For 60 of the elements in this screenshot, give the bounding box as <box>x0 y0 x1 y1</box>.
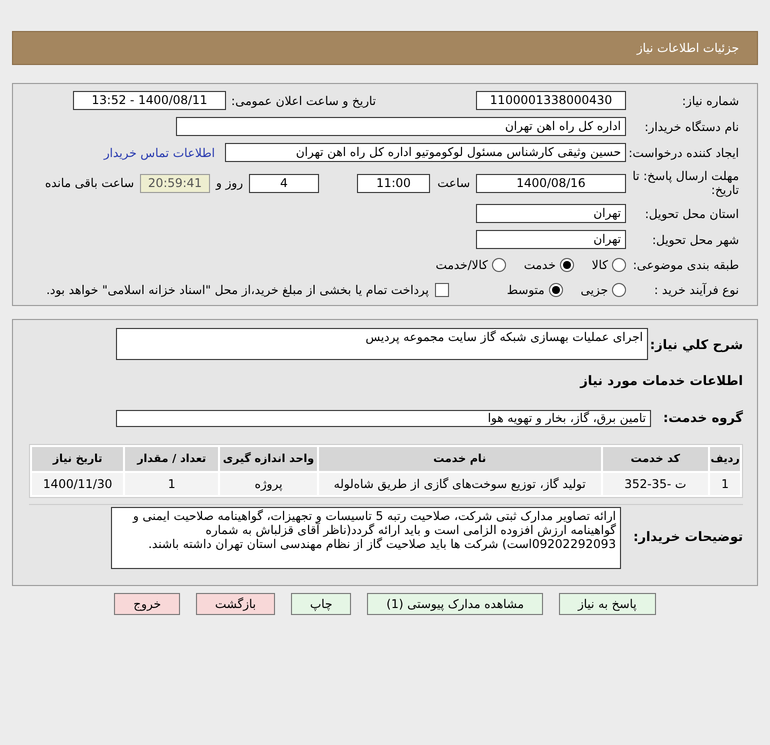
text-field[interactable]: حسین وثیقی کارشناس مسئول لوکوموتیو اداره کل راه اهن تهران <box>225 143 626 162</box>
section-title: اطلاعات خدمات مورد نياز <box>580 373 743 391</box>
checkbox-label: پرداخت تمام یا بخشی از مبلغ خرید،از محل "اسناد خزانه اسلامی" خواهد بود. <box>46 282 429 299</box>
field-label: طبقه بندی موضوعی: <box>632 257 739 274</box>
field-label: نوع فرآیند خرید : <box>653 282 739 299</box>
field-label: گروه خدمت: <box>662 409 743 428</box>
action-button[interactable]: بازگشت <box>196 593 275 615</box>
field-label: نام دستگاه خریدار: <box>644 118 739 136</box>
text-field[interactable]: تامین برق، گاز، بخار و تهویه هوا <box>116 410 651 427</box>
field-label: ساعت باقی مانده <box>44 175 134 192</box>
table-cell: ت -35-352 <box>602 473 708 495</box>
radio-button[interactable] <box>612 258 626 272</box>
field-label: شماره نیاز: <box>681 92 739 110</box>
text-field[interactable]: 11:00 <box>357 174 430 192</box>
text-field[interactable]: 1400/08/11 - 13:52 <box>73 91 226 110</box>
option-label: کالا <box>592 257 608 274</box>
option-label: کالا/خدمت <box>436 257 488 274</box>
table-cell: 1 <box>710 473 740 495</box>
text-field[interactable]: 1400/08/16 <box>476 174 626 192</box>
table-cell: تولید گاز، توزیع سوخت‌های گازی از طریق شاه‌لوله <box>318 473 601 495</box>
countdown-timer: 20:59:41 <box>140 174 210 192</box>
text-field[interactable]: 1100001338000430 <box>476 91 626 110</box>
checkbox[interactable] <box>434 283 449 297</box>
radio-button[interactable] <box>612 283 626 297</box>
text-field[interactable]: تهران <box>476 204 626 223</box>
option-label: خدمت <box>524 257 556 274</box>
table-cell: پروژه <box>220 473 317 495</box>
column-header: کد خدمت <box>602 447 708 471</box>
field-label: شرح كلي نياز: <box>648 337 743 355</box>
field-label: ایجاد کننده درخواست: <box>627 144 739 162</box>
radio-button[interactable] <box>492 258 506 272</box>
text-area[interactable]: اجرای عملیات بهسازی شبکه گاز سایت مجموعه پردیس <box>116 328 648 360</box>
field-label: توضیحات خریدار: <box>632 529 743 548</box>
option-label: متوسط <box>506 282 545 299</box>
field-label: استان محل تحویل: <box>644 206 739 222</box>
text-field[interactable]: تهران <box>476 230 626 249</box>
text-field[interactable]: 4 <box>249 174 319 192</box>
field-label: ساعت <box>436 175 470 192</box>
text-field[interactable]: اداره کل راه اهن تهران <box>176 117 626 136</box>
column-header: نام خدمت <box>318 447 601 471</box>
radio-button[interactable] <box>560 258 574 272</box>
action-button[interactable]: خروج <box>114 593 180 615</box>
action-button[interactable]: چاپ <box>291 593 352 615</box>
column-header: تعداد / مقدار <box>125 447 218 471</box>
column-header: تاریخ نیاز <box>32 447 124 471</box>
text-area[interactable]: ارائه تصاویر مدارک ثبتی شرکت، صلاحیت رتبه 5 تاسیسات و تجهیزات، گواهینامه صلاحیت ایمنی و گواهینامه ارزش افزوده الزامی است و باید ارائه گردد(ناظر آقای قزلباش به شماره 09202292093است) شرکت ها باید صلاحیت گاز از نظام مهندسی استان تهران داشته باشند. <box>111 507 621 569</box>
header-title: جزئیات اطلاعات نیاز <box>636 40 739 57</box>
action-button[interactable]: پاسخ به نیاز <box>558 593 656 615</box>
table-cell: 1 <box>125 473 218 495</box>
field-label: تاریخ و ساعت اعلان عمومی: <box>230 92 377 110</box>
field-label: مهلت ارسال پاسخ: تا تاریخ: <box>631 169 739 197</box>
column-header: واحد اندازه گیری <box>220 447 317 471</box>
column-header: ردیف <box>710 447 740 471</box>
table-cell: 1400/11/30 <box>32 473 124 495</box>
contact-link[interactable]: اطلاعات تماس خریدار <box>104 144 215 162</box>
option-label: جزیی <box>580 282 608 299</box>
radio-button[interactable] <box>548 283 563 297</box>
field-label: شهر محل تحویل: <box>651 232 739 248</box>
action-button[interactable]: مشاهده مدارک پیوستی (1) <box>367 593 543 615</box>
field-label: روز و <box>216 175 243 192</box>
